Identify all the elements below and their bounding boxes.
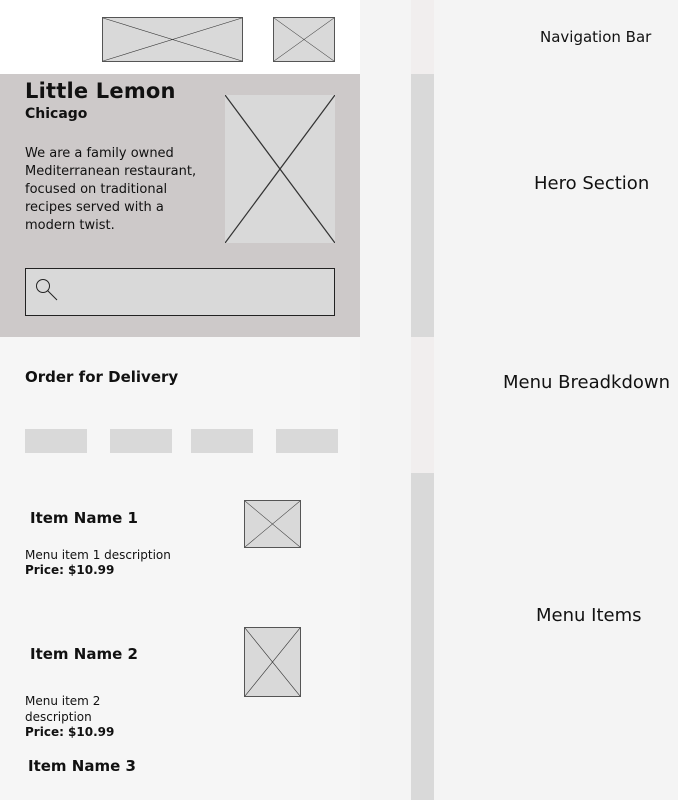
annotation-navigation-bar: Navigation Bar	[540, 28, 652, 46]
menu-item-name[interactable]: Item Name 3	[28, 757, 136, 775]
logo-placeholder[interactable]	[102, 17, 243, 62]
menu-item-image-placeholder	[244, 500, 301, 548]
hero-image-placeholder	[225, 95, 335, 243]
annotation-hero-section: Hero Section	[534, 173, 650, 194]
menu-item-image-placeholder	[244, 627, 301, 697]
menu-item-name[interactable]: Item Name 1	[30, 509, 138, 527]
annotation-menu-items: Menu Items	[536, 605, 642, 626]
restaurant-name: Little Lemon	[25, 79, 176, 103]
restaurant-description: We are a family owned Mediterranean rest…	[25, 146, 197, 233]
menu-item-name[interactable]: Item Name 2	[30, 645, 138, 663]
category-button[interactable]	[276, 429, 338, 453]
order-for-delivery-heading: Order for Delivery	[25, 368, 179, 386]
annotation-menu-breakdown: Menu Breadkdown	[503, 372, 671, 393]
hero-section-marker	[411, 74, 434, 337]
search-input[interactable]	[25, 268, 335, 316]
items-section-marker	[411, 473, 434, 800]
restaurant-location: Chicago	[25, 106, 88, 122]
menu-item-description: Menu item 1 description	[25, 548, 171, 562]
category-button[interactable]	[25, 429, 87, 453]
breakdown-section-marker	[411, 337, 434, 473]
cart-icon-placeholder[interactable]	[273, 17, 335, 62]
menu-item-price: Price: $10.99	[25, 725, 115, 739]
category-button[interactable]	[191, 429, 253, 453]
menu-item-description: Menu item 2 description	[25, 694, 101, 724]
menu-item-price: Price: $10.99	[25, 563, 115, 577]
nav-section-marker	[411, 0, 434, 74]
category-button[interactable]	[110, 429, 172, 453]
search-icon	[34, 277, 60, 303]
